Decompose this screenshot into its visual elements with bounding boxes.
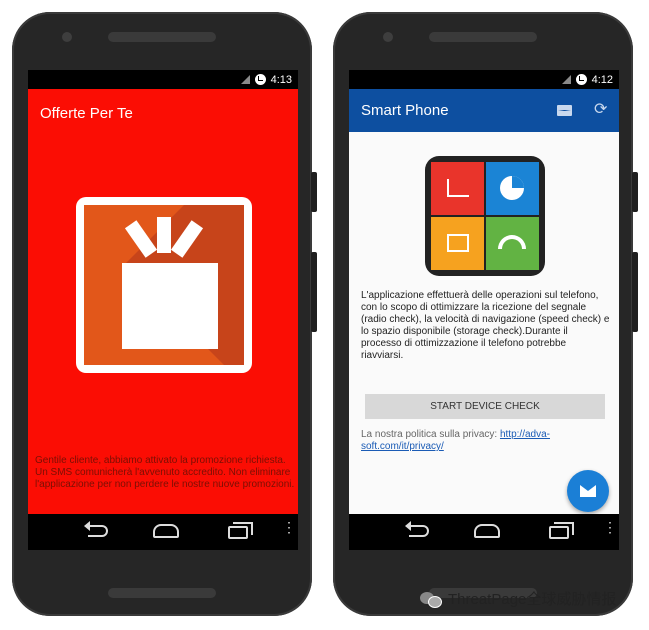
home-icon[interactable] xyxy=(474,524,500,538)
wechat-icon xyxy=(420,590,442,608)
volume-button xyxy=(311,172,317,212)
gift-bow-center xyxy=(157,217,171,253)
gauge-icon xyxy=(486,217,539,270)
nav-bar: ⋮ xyxy=(28,514,298,550)
earpiece-speaker xyxy=(429,32,537,42)
overflow-menu-icon[interactable]: ⋮ xyxy=(603,520,617,539)
recent-apps-icon[interactable] xyxy=(228,522,253,539)
overflow-menu-icon[interactable]: ⋮ xyxy=(282,520,296,539)
description-text: L'applicazione effettuerà delle operazio… xyxy=(361,290,610,361)
email-fab-button[interactable] xyxy=(567,470,609,512)
left-phone: 4:13 Offerte Per Te Gentile cliente, abb… xyxy=(12,12,317,616)
watermark-text: ThreatPage全球威胁情报 xyxy=(448,591,617,608)
watermark: ThreatPage全球威胁情报 xyxy=(420,588,616,609)
gift-box xyxy=(122,263,218,349)
gift-icon xyxy=(76,197,252,373)
status-time: 4:13 xyxy=(270,73,292,86)
privacy-note: La nostra politica sulla privacy: http:/… xyxy=(361,429,601,453)
alarm-icon xyxy=(254,74,266,85)
promo-message: Gentile cliente, abbiamo attivato la pro… xyxy=(35,455,295,490)
back-icon[interactable] xyxy=(405,521,429,537)
start-device-check-button[interactable]: START DEVICE CHECK xyxy=(365,394,605,419)
mail-icon[interactable] xyxy=(557,105,572,116)
power-button xyxy=(311,252,317,332)
envelope-icon xyxy=(580,485,596,497)
home-icon[interactable] xyxy=(153,524,179,538)
device-check-screen: L'applicazione effettuerà delle operazio… xyxy=(349,132,619,514)
right-screen: 4:12 Smart Phone ⟳ L'applicazione effett… xyxy=(349,70,619,550)
offer-screen: Offerte Per Te Gentile cliente, abbiamo … xyxy=(28,89,298,514)
power-button xyxy=(632,252,638,332)
volume-button xyxy=(632,172,638,212)
front-camera xyxy=(62,32,72,42)
privacy-label: La nostra politica sulla privacy: xyxy=(361,429,498,440)
right-phone: 4:12 Smart Phone ⟳ L'applicazione effett… xyxy=(333,12,638,616)
status-bar: 4:12 xyxy=(349,70,619,89)
pie-chart-icon xyxy=(486,162,539,215)
grid-icon xyxy=(431,217,484,270)
bottom-speaker xyxy=(108,588,216,598)
status-time: 4:12 xyxy=(591,73,613,86)
sync-icon[interactable]: ⟳ xyxy=(594,102,607,118)
status-bar: 4:13 xyxy=(28,70,298,89)
nav-bar: ⋮ xyxy=(349,514,619,550)
app-title: Offerte Per Te xyxy=(40,105,133,122)
app-title: Smart Phone xyxy=(361,102,449,119)
earpiece-speaker xyxy=(108,32,216,42)
alarm-icon xyxy=(575,74,587,85)
bar-chart-icon xyxy=(431,162,484,215)
recent-apps-icon[interactable] xyxy=(549,522,574,539)
app-logo xyxy=(425,156,545,276)
signal-icon xyxy=(240,75,250,84)
app-toolbar: Smart Phone ⟳ xyxy=(349,89,619,132)
front-camera xyxy=(383,32,393,42)
signal-icon xyxy=(561,75,571,84)
back-icon[interactable] xyxy=(84,521,108,537)
left-screen: 4:13 Offerte Per Te Gentile cliente, abb… xyxy=(28,70,298,550)
